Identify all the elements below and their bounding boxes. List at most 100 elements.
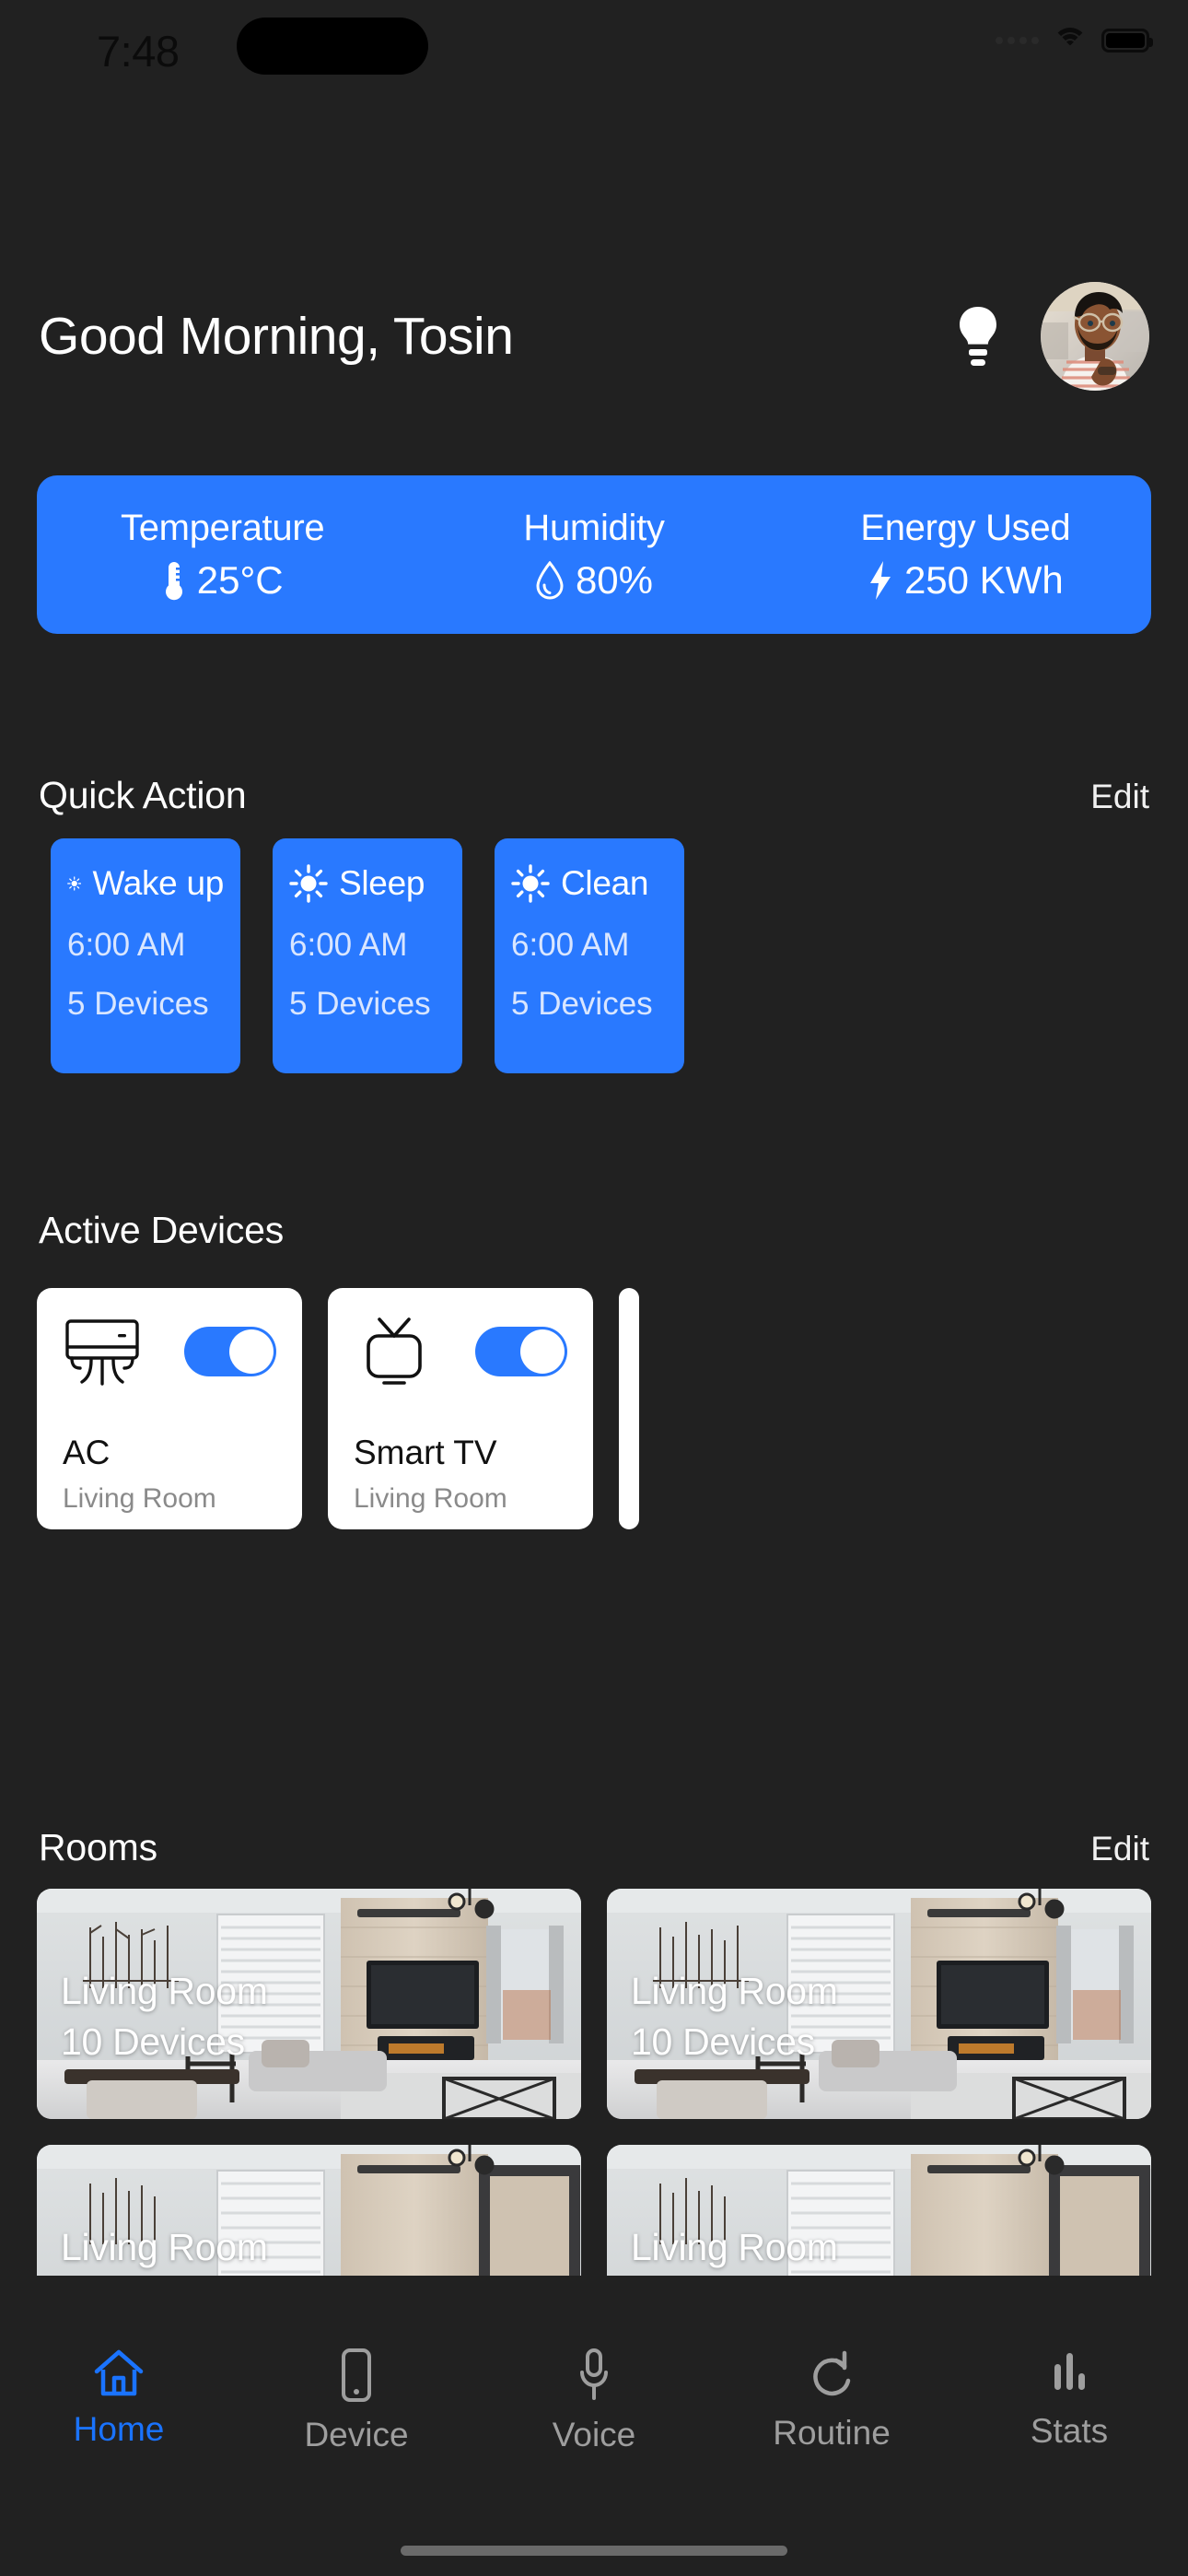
bottom-nav-bar: Home Device Voice Routine Stats bbox=[0, 2309, 1188, 2576]
quick-action-card-top: Wake up bbox=[67, 864, 224, 903]
air-conditioner-icon bbox=[65, 1319, 139, 1386]
quick-action-devices: 5 Devices bbox=[67, 986, 209, 1022]
tab-stats[interactable]: Stats bbox=[950, 2348, 1188, 2451]
status-bar-time: 7:48 bbox=[97, 27, 180, 76]
quick-action-list: Wake up 6:00 AM 5 Devices Sleep 6:00 AM … bbox=[51, 838, 1188, 1073]
quick-action-name: Clean bbox=[561, 864, 649, 902]
stat-label: Humidity bbox=[523, 507, 665, 548]
sun-icon bbox=[289, 864, 328, 903]
rooms-header: Rooms Edit bbox=[39, 1826, 1149, 1869]
tab-label: Routine bbox=[773, 2414, 891, 2452]
device-card-top bbox=[354, 1316, 567, 1388]
section-title: Rooms bbox=[39, 1826, 157, 1868]
tab-label: Home bbox=[73, 2410, 165, 2448]
room-card-text: Living Room 10 Devices bbox=[631, 1970, 838, 2064]
room-card[interactable]: Living Room 10 Devices bbox=[37, 1889, 581, 2119]
tab-home[interactable]: Home bbox=[0, 2348, 238, 2449]
app-header: Good Morning, Tosin bbox=[0, 276, 1188, 396]
wifi-icon bbox=[1053, 28, 1088, 53]
tab-voice[interactable]: Voice bbox=[475, 2348, 713, 2454]
active-devices-list[interactable]: AC Living Room Smart TV Living Room bbox=[37, 1288, 1188, 1529]
tab-routine[interactable]: Routine bbox=[713, 2348, 950, 2453]
status-bar: 7:48 bbox=[0, 0, 1188, 101]
quick-action-time: 6:00 AM bbox=[67, 927, 186, 963]
device-card-top bbox=[63, 1316, 276, 1388]
device-card-partial[interactable] bbox=[619, 1288, 639, 1529]
quick-action-name: Sleep bbox=[339, 864, 425, 902]
quick-action-time: 6:00 AM bbox=[289, 927, 408, 963]
device-room: Living Room bbox=[63, 1483, 216, 1514]
signal-dots-icon bbox=[996, 37, 1039, 44]
room-name: Living Room bbox=[61, 1970, 268, 2012]
battery-icon bbox=[1101, 29, 1153, 53]
stat-value-row: 250 KWh bbox=[780, 558, 1151, 603]
refresh-icon bbox=[813, 2350, 851, 2396]
lightbulb-icon[interactable] bbox=[950, 303, 1006, 369]
thermometer-icon bbox=[165, 561, 182, 600]
room-card-text: Living Room 10 Devices bbox=[61, 1970, 268, 2064]
water-drop-icon bbox=[536, 560, 564, 599]
home-icon bbox=[94, 2349, 144, 2396]
room-card[interactable]: Living Room 10 Devices bbox=[607, 1889, 1151, 2119]
sun-icon bbox=[511, 864, 550, 903]
quick-action-card[interactable]: Sleep 6:00 AM 5 Devices bbox=[273, 838, 462, 1073]
section-title: Active Devices bbox=[39, 1209, 285, 1251]
room-device-count: 10 Devices bbox=[631, 2020, 815, 2063]
device-name: Smart TV bbox=[354, 1434, 497, 1471]
quick-action-edit-button[interactable]: Edit bbox=[1090, 778, 1149, 816]
status-bar-icons bbox=[996, 28, 1153, 53]
quick-action-time: 6:00 AM bbox=[511, 927, 630, 963]
quick-action-card[interactable]: Wake up 6:00 AM 5 Devices bbox=[51, 838, 240, 1073]
rooms-edit-button[interactable]: Edit bbox=[1090, 1830, 1149, 1868]
quick-action-header: Quick Action Edit bbox=[39, 774, 1149, 817]
rooms-list: Living Room 10 Devices Living Room 10 De… bbox=[37, 1889, 1151, 2276]
room-card[interactable]: Living Room 10 Devices bbox=[607, 2145, 1151, 2276]
television-icon bbox=[367, 1317, 422, 1385]
page-title: Good Morning, Tosin bbox=[39, 307, 514, 366]
stat-value: 250 KWh bbox=[903, 557, 1064, 602]
room-name: Living Room bbox=[631, 2226, 838, 2268]
stat-temperature: Temperature 25°C bbox=[37, 508, 408, 603]
microphone-icon bbox=[580, 2348, 608, 2400]
sun-icon bbox=[67, 876, 82, 891]
stat-value: 80% bbox=[575, 557, 654, 602]
tab-label: Voice bbox=[552, 2416, 636, 2453]
lightning-bolt-icon bbox=[869, 560, 891, 600]
quick-action-card[interactable]: Clean 6:00 AM 5 Devices bbox=[495, 838, 684, 1073]
toggle-knob bbox=[520, 1329, 565, 1374]
room-name: Living Room bbox=[631, 1970, 838, 2012]
room-card-text: Living Room 10 Devices bbox=[61, 2226, 268, 2276]
stat-humidity: Humidity 80% bbox=[408, 508, 779, 603]
device-name: AC bbox=[63, 1434, 111, 1471]
tab-label: Stats bbox=[1030, 2412, 1109, 2450]
quick-action-name: Wake up bbox=[92, 864, 224, 902]
stat-value: 25°C bbox=[196, 557, 284, 602]
avatar[interactable] bbox=[1041, 282, 1149, 391]
room-name: Living Room bbox=[61, 2226, 268, 2268]
quick-action-devices: 5 Devices bbox=[289, 986, 431, 1022]
phone-icon bbox=[342, 2348, 371, 2402]
stat-label: Temperature bbox=[121, 507, 325, 548]
device-room: Living Room bbox=[354, 1483, 507, 1514]
room-device-count: 10 Devices bbox=[61, 2020, 245, 2063]
dynamic-island bbox=[237, 18, 428, 75]
device-toggle[interactable] bbox=[184, 1327, 276, 1376]
quick-action-card-top: Clean bbox=[511, 864, 668, 903]
bar-chart-icon bbox=[1054, 2353, 1085, 2390]
room-card[interactable]: Living Room 10 Devices bbox=[37, 2145, 581, 2276]
environment-stats-banner: Temperature 25°C Humidity 80% Energy Use… bbox=[37, 475, 1151, 634]
quick-action-card-top: Sleep bbox=[289, 864, 446, 903]
stat-label: Energy Used bbox=[860, 507, 1071, 548]
device-toggle[interactable] bbox=[475, 1327, 567, 1376]
home-indicator bbox=[401, 2546, 787, 2556]
device-card[interactable]: AC Living Room bbox=[37, 1288, 302, 1529]
stat-value-row: 80% bbox=[408, 558, 779, 603]
stat-energy: Energy Used 250 KWh bbox=[780, 508, 1151, 603]
section-title: Quick Action bbox=[39, 774, 247, 816]
app-screen: 7:48 Good Morning, Tosin Temperature 25°… bbox=[0, 0, 1188, 2576]
room-card-text: Living Room 10 Devices bbox=[631, 2226, 838, 2276]
device-card[interactable]: Smart TV Living Room bbox=[328, 1288, 593, 1529]
quick-action-devices: 5 Devices bbox=[511, 986, 653, 1022]
active-devices-header: Active Devices bbox=[39, 1209, 1149, 1252]
tab-device[interactable]: Device bbox=[238, 2348, 475, 2454]
